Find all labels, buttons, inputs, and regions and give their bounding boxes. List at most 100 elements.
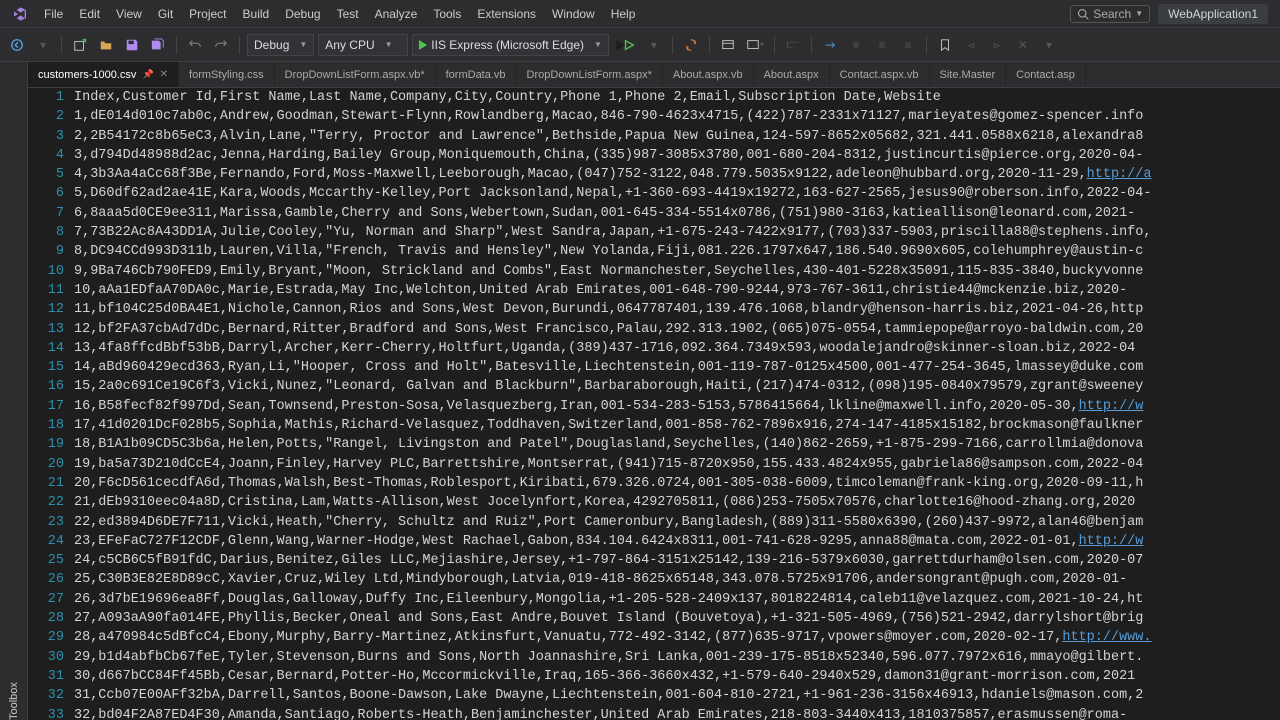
code-line[interactable]: 22,ed3894D6DE7F711,Vicki,Heath,"Cherry, … — [74, 513, 1280, 532]
menu-view[interactable]: View — [108, 3, 150, 25]
menu-file[interactable]: File — [36, 3, 71, 25]
bookmark-button[interactable] — [934, 34, 956, 56]
step-button[interactable] — [819, 34, 841, 56]
menu-git[interactable]: Git — [150, 3, 181, 25]
code-line[interactable]: 12,bf2FA37cbAd7dDc,Bernard,Ritter,Bradfo… — [74, 320, 1280, 339]
code-line[interactable]: 6,8aaa5d0CE9ee311,Marissa,Gamble,Cherry … — [74, 204, 1280, 223]
redo-button[interactable] — [210, 34, 232, 56]
document-tab[interactable]: formData.vb — [436, 62, 517, 87]
code-line[interactable]: 26,3d7bE19696ea8Ff,Douglas,Galloway,Duff… — [74, 590, 1280, 609]
menu-build[interactable]: Build — [235, 3, 278, 25]
line-number: 10 — [28, 262, 64, 281]
code-line[interactable]: 14,aBd960429ecd363,Ryan,Li,"Hooper, Cros… — [74, 358, 1280, 377]
code-line[interactable]: 17,41d0201DcF028b5,Sophia,Mathis,Richard… — [74, 416, 1280, 435]
code-line[interactable]: 21,dEb9310eec04a8D,Cristina,Lam,Watts-Al… — [74, 493, 1280, 512]
code-line[interactable]: 28,a470984c5dBfcC4,Ebony,Murphy,Barry-Ma… — [74, 628, 1280, 647]
menu-analyze[interactable]: Analyze — [367, 3, 426, 25]
menu-help[interactable]: Help — [603, 3, 644, 25]
platform-selector[interactable]: Any CPU▼ — [318, 34, 408, 56]
code-line[interactable]: 10,aAa1EDfaA70DA0c,Marie,Estrada,May Inc… — [74, 281, 1280, 300]
nav-forward-button[interactable]: ▾ — [32, 34, 54, 56]
nav-back-button[interactable] — [6, 34, 28, 56]
code-lines[interactable]: Index,Customer Id,First Name,Last Name,C… — [74, 88, 1280, 720]
code-line[interactable]: 7,73B22Ac8A43DD1A,Julie,Cooley,"Yu, Norm… — [74, 223, 1280, 242]
menu-debug[interactable]: Debug — [277, 3, 328, 25]
prev-bookmark-button[interactable]: ◃ — [960, 34, 982, 56]
overflow-button[interactable]: ▾ — [1038, 34, 1060, 56]
menu-edit[interactable]: Edit — [71, 3, 108, 25]
document-tab[interactable]: About.aspx.vb — [663, 62, 754, 87]
code-line[interactable]: 15,2a0c691Ce19C6f3,Vicki,Nunez,"Leonard,… — [74, 377, 1280, 396]
document-tab[interactable]: Contact.asp — [1006, 62, 1086, 87]
clear-bookmark-button[interactable]: ✕ — [1012, 34, 1034, 56]
chevron-down-icon[interactable]: ▾ — [643, 34, 665, 56]
menu-window[interactable]: Window — [544, 3, 603, 25]
config-selector[interactable]: Debug▼ — [247, 34, 314, 56]
code-line[interactable]: 3,d794Dd48988d2ac,Jenna,Harding,Bailey G… — [74, 146, 1280, 165]
browser-link-dropdown[interactable]: ▾ — [743, 34, 767, 56]
next-bookmark-button[interactable]: ▹ — [986, 34, 1008, 56]
code-line[interactable]: 2,2B54172c8b65eC3,Alvin,Lane,"Terry, Pro… — [74, 127, 1280, 146]
code-line[interactable]: 23,EFeFaC727F12CDF,Glenn,Wang,Warner-Hod… — [74, 532, 1280, 551]
indent-more-button[interactable]: ≡ — [871, 34, 893, 56]
document-tab[interactable]: customers-1000.csv📌✕ — [28, 62, 179, 87]
document-tab[interactable]: formStyling.css — [179, 62, 275, 87]
align-button[interactable]: ⫍ — [782, 34, 804, 56]
code-line[interactable]: 27,A093aA90fa014FE,Phyllis,Becker,Oneal … — [74, 609, 1280, 628]
open-file-button[interactable] — [95, 34, 117, 56]
code-line[interactable]: 24,c5CB6C5fB91fdC,Darius,Benitez,Giles L… — [74, 551, 1280, 570]
code-line[interactable]: 18,B1A1b09CD5C3b6a,Helen,Potts,"Rangel, … — [74, 435, 1280, 454]
menu-extensions[interactable]: Extensions — [469, 3, 544, 25]
code-line[interactable]: 5,D60df62ad2ae41E,Kara,Woods,Mccarthy-Ke… — [74, 184, 1280, 203]
code-line[interactable]: 19,ba5a73D210dCcE4,Joann,Finley,Harvey P… — [74, 455, 1280, 474]
code-line[interactable]: Index,Customer Id,First Name,Last Name,C… — [74, 88, 1280, 107]
code-line[interactable]: 30,d667bCC84Ff45Bb,Cesar,Bernard,Potter-… — [74, 667, 1280, 686]
search-box[interactable]: Search ▼ — [1070, 5, 1150, 23]
comment-button[interactable]: ≡ — [897, 34, 919, 56]
save-button[interactable] — [121, 34, 143, 56]
menu-tools[interactable]: Tools — [425, 3, 469, 25]
line-number: 31 — [28, 667, 64, 686]
url-link[interactable]: http://w — [1079, 399, 1144, 414]
url-link[interactable]: http://a — [1087, 167, 1152, 182]
new-item-button[interactable] — [69, 34, 91, 56]
document-tab[interactable]: Site.Master — [930, 62, 1007, 87]
code-line[interactable]: 11,bf104C25d0BA4E1,Nichole,Cannon,Rios a… — [74, 300, 1280, 319]
code-line[interactable]: 32,bd04F2A87ED4F30,Amanda,Santiago,Rober… — [74, 706, 1280, 720]
document-tab[interactable]: Contact.aspx.vb — [830, 62, 930, 87]
code-editor[interactable]: 1234567891011121314151617181920212223242… — [28, 88, 1280, 720]
line-number: 13 — [28, 320, 64, 339]
solution-title[interactable]: WebApplication1 — [1158, 4, 1268, 24]
hot-reload-button[interactable] — [680, 34, 702, 56]
code-line[interactable]: 25,C30B3E82E8D89cC,Xavier,Cruz,Wiley Ltd… — [74, 570, 1280, 589]
url-link[interactable]: http://w — [1079, 534, 1144, 549]
code-line[interactable]: 31,Ccb07E00AFf32bA,Darrell,Santos,Boone-… — [74, 686, 1280, 705]
menu-project[interactable]: Project — [181, 3, 234, 25]
save-all-button[interactable] — [147, 34, 169, 56]
code-line[interactable]: 1,dE014d010c7ab0c,Andrew,Goodman,Stewart… — [74, 107, 1280, 126]
toolbox-tab[interactable]: Toolbox — [8, 68, 20, 720]
document-tab[interactable]: DropDownListForm.aspx.vb* — [275, 62, 436, 87]
line-number: 12 — [28, 300, 64, 319]
code-line[interactable]: 29,b1d4abfbCb67feE,Tyler,Stevenson,Burns… — [74, 648, 1280, 667]
browser-link-button[interactable] — [717, 34, 739, 56]
document-tab[interactable]: About.aspx — [754, 62, 830, 87]
chevron-down-icon: ▼ — [1135, 9, 1143, 18]
undo-button[interactable] — [184, 34, 206, 56]
code-line[interactable]: 13,4fa8ffcdBbf53bB,Darryl,Archer,Kerr-Ch… — [74, 339, 1280, 358]
code-line[interactable]: 8,DC94CCd993D311b,Lauren,Villa,"French, … — [74, 242, 1280, 261]
url-link[interactable]: http://www. — [1062, 630, 1151, 645]
indent-less-button[interactable]: ≡ — [845, 34, 867, 56]
line-number: 27 — [28, 590, 64, 609]
menu-test[interactable]: Test — [329, 3, 367, 25]
code-line[interactable]: 20,F6cD561cecdfA6d,Thomas,Walsh,Best-Tho… — [74, 474, 1280, 493]
code-line[interactable]: 9,9Ba746Cb790FED9,Emily,Bryant,"Moon, St… — [74, 262, 1280, 281]
document-tab[interactable]: DropDownListForm.aspx* — [517, 62, 663, 87]
close-icon[interactable]: ✕ — [160, 69, 168, 80]
code-line[interactable]: 4,3b3Aa4aCc68f3Be,Fernando,Ford,Moss-Max… — [74, 165, 1280, 184]
start-debug-button[interactable]: IIS Express (Microsoft Edge) ▼ — [412, 34, 609, 56]
start-without-debug-button[interactable] — [613, 34, 639, 56]
line-number: 21 — [28, 474, 64, 493]
code-line[interactable]: 16,B58fecf82f997Dd,Sean,Townsend,Preston… — [74, 397, 1280, 416]
pin-icon[interactable]: 📌 — [142, 69, 153, 80]
